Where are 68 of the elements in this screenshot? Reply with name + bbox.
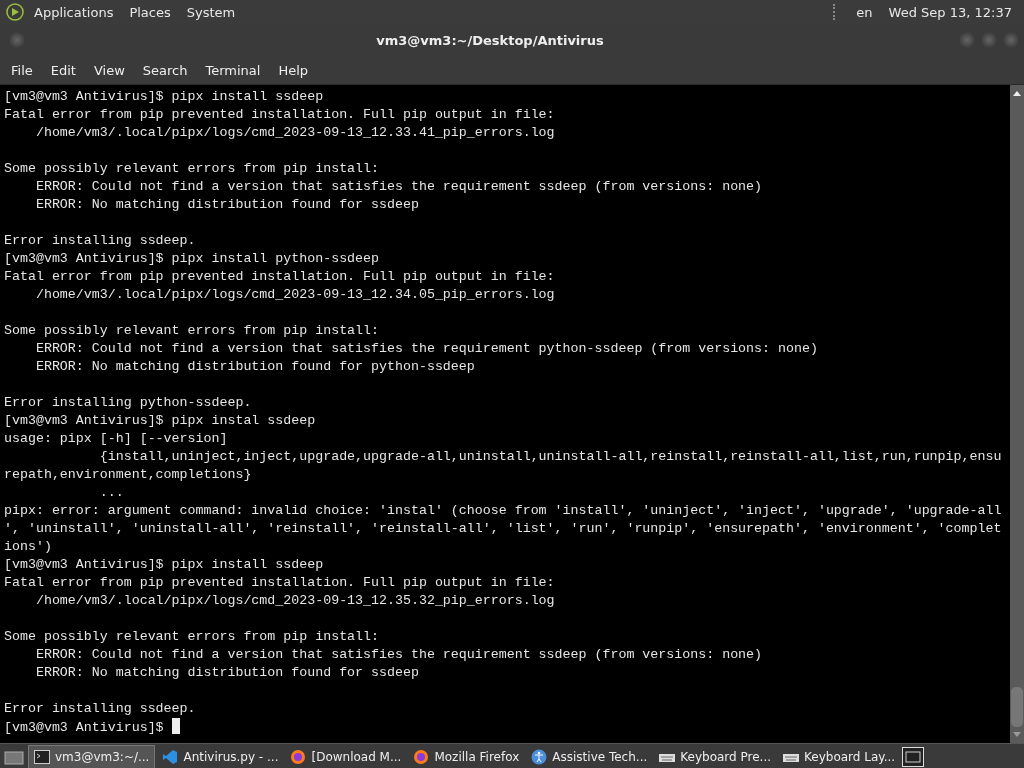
taskbar-button[interactable]: Antivirus.py - ... — [157, 746, 284, 768]
terminal-line: [vm3@vm3 Antivirus]$ pipx install ssdeep — [4, 88, 325, 106]
terminal-icon[interactable] — [902, 747, 925, 767]
window-title: vm3@vm3:~/Desktop/Antivirus — [375, 32, 605, 48]
keyboard-icon — [783, 752, 799, 762]
terminal-line: ERROR: Could not find a version that satisfies the requirement ssdeep (from versions: none) — [34, 178, 764, 196]
minimize-button[interactable] — [958, 31, 976, 49]
terminal-prompt: [vm3@vm3 Antivirus]$ — [4, 720, 165, 735]
terminal-line: Some possibly relevant errors from pip install: — [4, 322, 381, 340]
keyboard-layout-indicator[interactable]: en — [850, 4, 879, 20]
terminal-line: Fatal error from pip prevented installation. Full pip output in file: — [4, 106, 556, 124]
terminal-line: [vm3@vm3 Antivirus]$ pipx install python-ssdeep — [4, 250, 381, 268]
clock[interactable]: Wed Sep 13, 12:37 — [882, 4, 1018, 20]
maximize-button[interactable] — [980, 31, 998, 49]
terminal-line: ERROR: Could not find a version that satisfies the requirement ssdeep (from versions: none) — [34, 646, 764, 664]
window-menu-button[interactable] — [8, 31, 26, 49]
terminal-icon — [34, 750, 50, 764]
terminal-line: ', 'uninstall', 'uninstall-all', 'reinstall', 'reinstall-all', 'list', 'run', 'runpip', 'ensurepath', 'environment', 'complet — [4, 520, 1003, 538]
scrollbar[interactable] — [1010, 85, 1024, 743]
terminal-line: Fatal error from pip prevented installation. Full pip output in file: — [4, 574, 556, 592]
panel-menu[interactable]: Places — [123, 4, 177, 20]
terminal-line: /home/vm3/.local/pipx/logs/cmd_2023-09-13_12.33.41_pip_errors.log — [34, 124, 556, 142]
text-cursor — [171, 718, 180, 734]
terminal-line: Error installing ssdeep. — [4, 232, 197, 250]
terminal-line: usage: pipx [-h] [--version] — [4, 430, 229, 448]
menu-item[interactable]: Search — [133, 62, 197, 78]
taskbar-button[interactable]: Keyboard Pre... — [654, 746, 776, 768]
terminal-line: ions') — [4, 538, 53, 556]
terminal-line: Some possibly relevant errors from pip install: — [4, 628, 381, 646]
terminal-line: [vm3@vm3 Antivirus]$ pipx instal ssdeep — [4, 412, 317, 430]
terminal-line: ... — [98, 484, 125, 502]
distro-logo-icon[interactable] — [6, 3, 24, 21]
menu-item[interactable]: View — [84, 62, 134, 78]
terminal-line: repath,environment,completions} — [4, 466, 253, 484]
scroll-up-icon[interactable] — [1012, 89, 1022, 97]
accessibility-icon — [531, 749, 548, 765]
taskbar-button[interactable]: Assistive Tech... — [526, 746, 653, 768]
panel-menu[interactable]: System — [180, 4, 242, 20]
scroll-down-icon[interactable] — [1012, 731, 1022, 739]
taskbar-button[interactable]: Keyboard Lay... — [778, 746, 901, 768]
taskbar-button[interactable]: Mozilla Firefox — [408, 746, 525, 768]
terminal-line: /home/vm3/.local/pipx/logs/cmd_2023-09-13_12.34.05_pip_errors.log — [34, 286, 556, 304]
menu-item[interactable]: File — [2, 62, 42, 78]
scrollbar-thumb[interactable] — [1011, 687, 1023, 727]
panel-menu[interactable]: Applications — [28, 4, 120, 20]
terminal-line: /home/vm3/.local/pipx/logs/cmd_2023-09-13_12.35.32_pip_errors.log — [34, 592, 556, 610]
terminal-line: [vm3@vm3 Antivirus]$ pipx install ssdeep — [4, 556, 325, 574]
keyboard-icon — [659, 752, 676, 762]
taskbar-button[interactable]: [Download M... — [285, 746, 407, 768]
terminal-line: Error installing ssdeep. — [4, 700, 197, 718]
terminal-line: ERROR: No matching distribution found for ssdeep — [34, 664, 420, 682]
terminal-line: Fatal error from pip prevented installation. Full pip output in file: — [4, 268, 556, 286]
terminal-line: Error installing python-ssdeep. — [4, 394, 253, 412]
terminal-line: ERROR: No matching distribution found for ssdeep — [34, 196, 420, 214]
terminal-line: {install,uninject,inject,upgrade,upgrade-all,uninstall,uninstall-all,reinstall,reinstall-all,list,run,runpip,ensu — [98, 448, 1003, 466]
menu-item[interactable]: Edit — [41, 62, 85, 78]
code-editor-icon — [162, 749, 179, 765]
terminal-line: ERROR: No matching distribution found for python-ssdeep — [34, 358, 476, 376]
browser-icon — [413, 749, 430, 765]
menu-item[interactable]: Terminal — [196, 62, 270, 78]
show-desktop-icon[interactable] — [2, 748, 26, 766]
close-button[interactable] — [1002, 31, 1020, 49]
menu-item[interactable]: Help — [269, 62, 318, 78]
terminal-line: ERROR: Could not find a version that satisfies the requirement python-ssdeep (from versions: none) — [34, 340, 819, 358]
browser-icon — [290, 749, 307, 765]
taskbar-button[interactable]: vm3@vm3:~/... — [28, 745, 156, 768]
terminal-line: Some possibly relevant errors from pip install: — [4, 160, 381, 178]
terminal-line: pipx: error: argument command: invalid choice: 'instal' (choose from 'install', 'uninject', 'inject', 'upgrade', 'upgrade-all — [4, 502, 1003, 520]
